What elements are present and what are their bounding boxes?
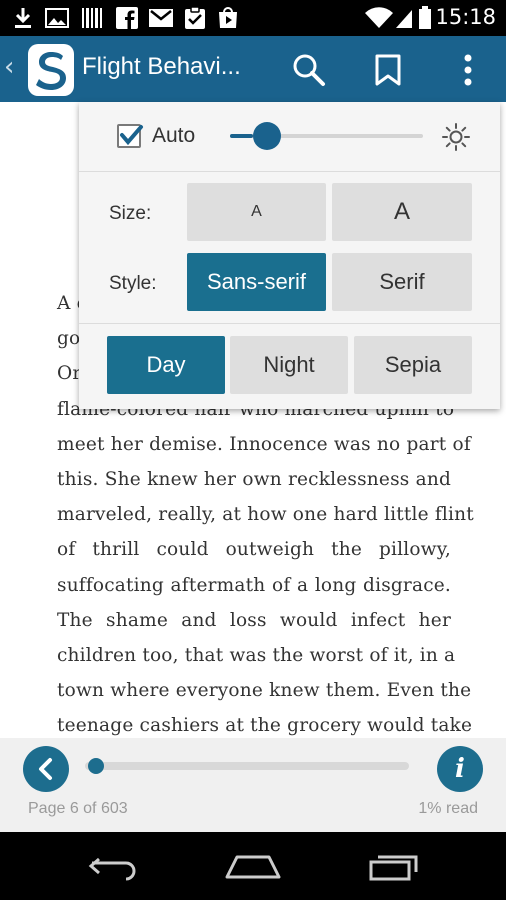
system-back-button[interactable] [83,850,143,884]
barcode-icon [82,8,102,28]
overflow-menu-button[interactable] [446,48,490,92]
search-button[interactable] [287,48,331,92]
reader-bottom-bar: i Page 6 of 603 1% read [0,738,506,832]
system-home-icon [225,855,281,879]
system-home-button[interactable] [223,850,283,884]
wifi-icon [365,7,393,29]
previous-button[interactable] [23,746,69,792]
divider [79,171,500,172]
status-bar: 15:18 [0,0,506,36]
auto-brightness-label: Auto [152,124,196,147]
display-settings-panel: Auto Size: A A Style: Sans-serif Serif D… [79,102,500,409]
auto-brightness-checkbox[interactable] [117,124,143,148]
status-time: 15:18 [435,5,496,29]
font-size-decrease-button[interactable]: A [187,183,326,241]
info-button[interactable]: i [437,746,483,792]
checkmark-icon [120,125,143,146]
system-recents-icon [369,855,418,881]
font-size-increase-button[interactable]: A [332,183,472,241]
overflow-menu-icon [464,54,472,86]
style-sans-serif-button[interactable]: Sans-serif [187,253,326,311]
facebook-icon [116,7,138,29]
clipboard-check-icon [185,6,205,29]
text-line: this. She knew her own recklessness and [57,469,451,491]
brightness-slider-thumb[interactable] [253,122,282,150]
app-bar: ‹ Flight Behavi... [0,36,506,102]
size-label: Size: [109,203,152,224]
text-line: children too, that was the worst of it, … [57,645,456,667]
battery-icon [419,6,431,29]
brightness-sun-icon [442,123,470,151]
text-line: of thrill could outweigh the pillowy, [57,539,451,561]
image-icon [45,8,69,28]
play-store-icon [219,7,237,28]
theme-night-button[interactable]: Night [230,336,348,394]
gmail-icon [149,9,173,27]
text-line: marveled, really, at how one hard little… [57,504,474,526]
search-icon [293,54,325,86]
system-navigation-bar [0,832,506,900]
system-back-icon [88,857,136,881]
divider [79,323,500,324]
text-line: The shame and loss would infect her [57,609,451,631]
bookmark-icon [375,54,401,86]
text-line: meet her demise. Innocence was no part o… [57,433,471,455]
chevron-left-icon [39,758,52,780]
theme-day-button[interactable]: Day [107,336,225,394]
percent-read: 1% read [418,800,478,817]
theme-sepia-button[interactable]: Sepia [354,336,472,394]
bookmark-button[interactable] [366,48,410,92]
text-line: suffocating aftermath of a long disgrace… [57,574,451,596]
text-line: teenage cashiers at the grocery would ta… [57,715,473,737]
page-number: Page 6 of 603 [28,800,128,817]
text-line: town where everyone knew them. Even the [57,680,472,702]
style-label: Style: [109,273,157,294]
brightness-fill [230,134,254,138]
signal-icon [396,10,412,28]
download-icon [15,8,31,28]
reading-progress-bar[interactable] [85,762,409,770]
system-recents-button[interactable] [364,850,424,884]
scribd-s-icon [36,52,66,90]
style-serif-button[interactable]: Serif [332,253,472,311]
reading-progress-thumb[interactable] [88,758,105,774]
book-title: Flight Behavi... [82,53,241,80]
app-logo[interactable] [28,44,74,96]
back-chevron-icon[interactable]: ‹ [4,54,14,80]
